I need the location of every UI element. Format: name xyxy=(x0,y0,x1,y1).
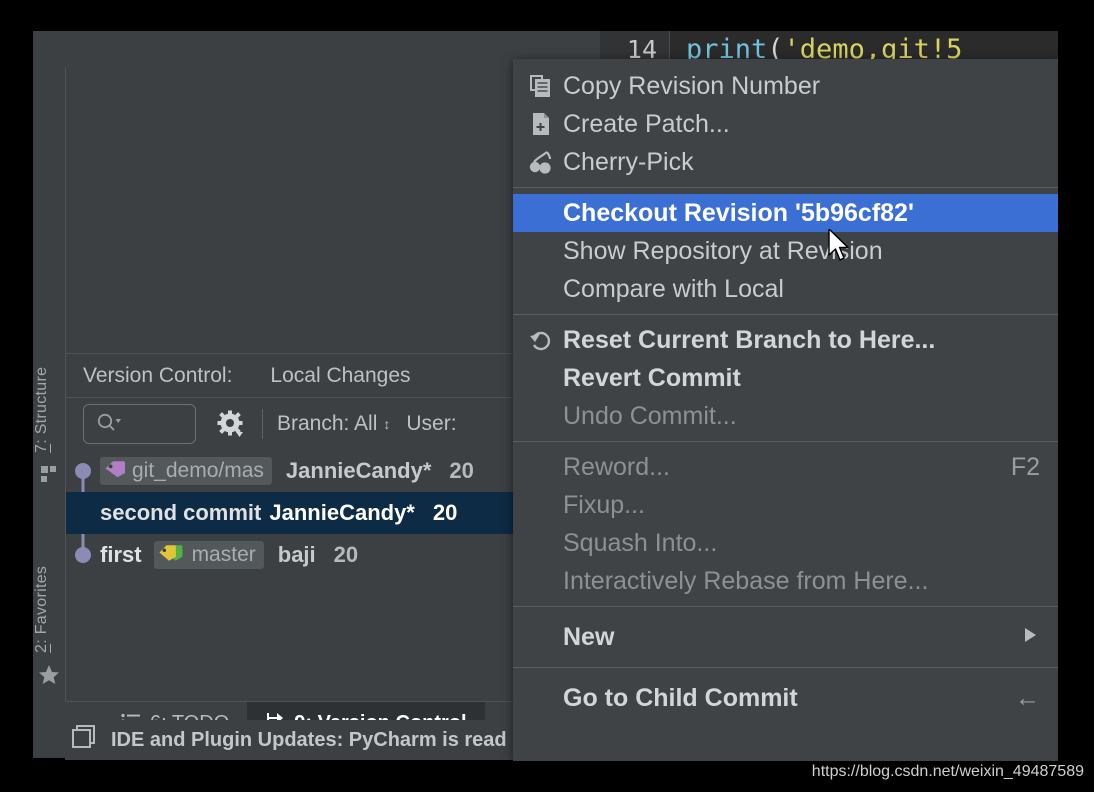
cherry-icon xyxy=(529,150,563,174)
star-icon xyxy=(39,664,59,684)
commit-author: JannieCandy* xyxy=(269,500,415,525)
menu-item-label: Undo Commit... xyxy=(563,401,737,430)
structure-shortcut-number: 7 xyxy=(33,443,50,454)
menu-separator xyxy=(513,667,1058,668)
filter-branch[interactable]: Branch: All ↕ xyxy=(277,412,390,436)
menu-item-copy-revision-number[interactable]: Copy Revision Number xyxy=(513,67,1058,105)
menu-item-squash-into: Squash Into... xyxy=(513,524,1058,562)
status-message: IDE and Plugin Updates: PyCharm is read xyxy=(111,728,507,751)
menu-group: Checkout Revision '5b96cf82' Show Reposi… xyxy=(513,194,1058,308)
gear-icon[interactable] xyxy=(214,407,248,441)
commit-date: 20 xyxy=(449,458,474,483)
arrow-left-icon: ← xyxy=(1015,683,1040,712)
vcs-tab-local-changes[interactable]: Local Changes xyxy=(264,364,416,388)
menu-separator xyxy=(513,606,1058,607)
tag-icon-yellow-green xyxy=(158,544,186,567)
favorites-shortcut-number: 2 xyxy=(33,643,50,654)
filter-user[interactable]: User: xyxy=(406,412,456,436)
commit-author: JannieCandy* xyxy=(285,458,432,483)
menu-item-shortcut: F2 xyxy=(1010,452,1040,481)
submenu-arrow-icon xyxy=(1020,623,1040,652)
toolbar-divider xyxy=(262,409,263,439)
menu-item-go-to-child-commit[interactable]: Go to Child Commit ← xyxy=(513,674,1058,722)
menu-item-label: Reword... xyxy=(563,452,670,481)
menu-item-show-repository-at-revision[interactable]: Show Repository at Revision xyxy=(513,232,1058,270)
menu-item-compare-with-local[interactable]: Compare with Local xyxy=(513,270,1058,308)
copy-icon xyxy=(529,74,563,98)
commit-date: 20 xyxy=(333,542,359,567)
menu-separator xyxy=(513,441,1058,442)
tag-icon-purple xyxy=(104,460,126,483)
favorites-label: : Favorites xyxy=(33,565,50,644)
menu-item-label: Create Patch... xyxy=(563,109,730,138)
menu-group: Reset Current Branch to Here... Revert C… xyxy=(513,321,1058,435)
menu-group: New xyxy=(513,613,1058,661)
menu-item-label: Fixup... xyxy=(563,490,645,519)
create-patch-icon xyxy=(529,112,563,136)
ref-chip[interactable]: git_demo/mas xyxy=(100,457,272,485)
commit-author: baji xyxy=(277,542,316,567)
menu-group: Reword... F2 Fixup... Squash Into... Int… xyxy=(513,448,1058,600)
menu-item-interactively-rebase: Interactively Rebase from Here... xyxy=(513,562,1058,600)
menu-item-revert-commit[interactable]: Revert Commit xyxy=(513,359,1058,397)
menu-separator xyxy=(513,314,1058,315)
menu-item-label: Revert Commit xyxy=(563,363,741,392)
structure-label: : Structure xyxy=(33,366,50,444)
menu-item-create-patch[interactable]: Create Patch... xyxy=(513,105,1058,143)
ref-chip-label: master xyxy=(191,543,256,566)
menu-group: Go to Child Commit ← xyxy=(513,674,1058,722)
menu-item-cherry-pick[interactable]: Cherry-Pick xyxy=(513,143,1058,181)
menu-item-label: Squash Into... xyxy=(563,528,718,557)
menu-item-label: Reset Current Branch to Here... xyxy=(563,325,936,354)
watermark: https://blog.csdn.net/weixin_49487589 xyxy=(811,763,1084,780)
menu-item-reset-current-branch[interactable]: Reset Current Branch to Here... xyxy=(513,321,1058,359)
commit-subject: first xyxy=(100,542,142,567)
context-menu: Copy Revision Number Create Patch... Che… xyxy=(513,59,1058,761)
search-icon xyxy=(96,412,122,437)
commit-subject: second commit xyxy=(100,500,262,525)
menu-item-label: Interactively Rebase from Here... xyxy=(563,566,929,595)
menu-item-label: Show Repository at Revision xyxy=(563,236,883,265)
filter-user-label: User: xyxy=(406,412,457,435)
menu-item-label: Checkout Revision '5b96cf82' xyxy=(563,198,914,227)
chevron-updown-icon: ↕ xyxy=(383,416,391,432)
menu-item-new[interactable]: New xyxy=(513,613,1058,661)
menu-item-label: Cherry-Pick xyxy=(563,147,694,176)
menu-item-undo-commit: Undo Commit... xyxy=(513,397,1058,435)
menu-separator xyxy=(513,187,1058,188)
vcs-title: Version Control: xyxy=(83,363,233,387)
menu-item-label: Copy Revision Number xyxy=(563,71,821,100)
ref-chip-label: git_demo/mas xyxy=(132,459,264,482)
menu-group: Copy Revision Number Create Patch... Che… xyxy=(513,59,1058,181)
menu-item-fixup: Fixup... xyxy=(513,486,1058,524)
event-log-icon[interactable] xyxy=(71,724,97,756)
commit-date: 20 xyxy=(432,500,458,525)
menu-item-label: New xyxy=(563,622,615,651)
left-tool-stripe: 7: Structure 2: Favorites xyxy=(33,67,65,722)
reset-icon xyxy=(529,329,563,351)
structure-icon xyxy=(40,465,58,483)
sidebar-item-structure[interactable]: 7: Structure xyxy=(33,345,65,475)
screen: 14 print('demo,git!5 7: Structure 2: Fav… xyxy=(0,0,1094,792)
menu-item-label: Compare with Local xyxy=(563,274,784,303)
menu-item-reword: Reword... F2 xyxy=(513,448,1058,486)
menu-item-checkout-revision[interactable]: Checkout Revision '5b96cf82' xyxy=(513,194,1058,232)
search-input[interactable] xyxy=(83,404,196,444)
ref-chip[interactable]: master xyxy=(153,541,264,569)
menu-item-label: Go to Child Commit xyxy=(563,683,798,712)
filter-branch-label: Branch: All xyxy=(277,412,378,435)
